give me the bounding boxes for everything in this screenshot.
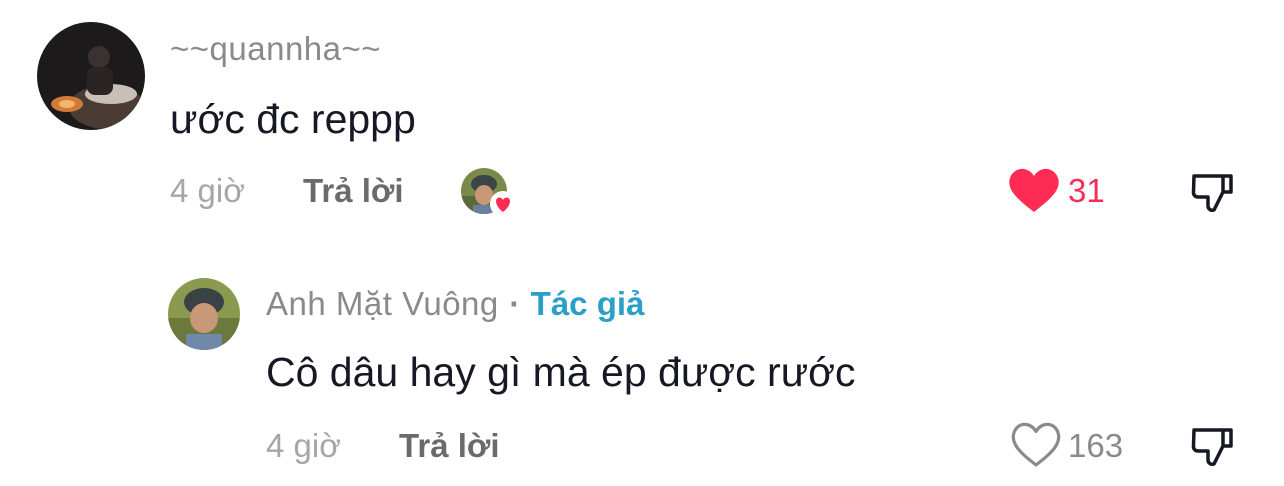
comment-text: ước đc reppp bbox=[170, 96, 416, 142]
reply-text: Cô dâu hay gì mà ép được rước bbox=[266, 349, 856, 395]
separator-dot: · bbox=[509, 285, 521, 322]
dislike-icon bbox=[1191, 428, 1233, 466]
reply-button[interactable]: Trả lời bbox=[303, 172, 404, 210]
like-button[interactable] bbox=[1008, 168, 1060, 216]
dislike-button[interactable] bbox=[1190, 170, 1236, 216]
reply-avatar[interactable] bbox=[168, 278, 240, 350]
heart-filled-icon bbox=[1009, 168, 1059, 212]
reply-like-count: 163 bbox=[1068, 427, 1124, 464]
comment-username[interactable]: ~~quannha~~ bbox=[170, 30, 381, 68]
reply-dislike-button[interactable] bbox=[1190, 424, 1236, 470]
reply-time: 4 giờ bbox=[266, 427, 341, 464]
avatar-image bbox=[37, 22, 145, 130]
avatar[interactable] bbox=[37, 22, 145, 130]
creator-liked-badge bbox=[461, 168, 517, 218]
comment-time: 4 giờ bbox=[170, 172, 245, 209]
heart-badge-icon bbox=[490, 191, 516, 217]
reply-reply-button[interactable]: Trả lời bbox=[399, 427, 500, 465]
dislike-icon bbox=[1191, 174, 1233, 212]
author-badge: Tác giả bbox=[530, 285, 645, 322]
like-count: 31 bbox=[1068, 172, 1105, 209]
reply-header: Anh Mặt Vuông · Tác giả bbox=[266, 285, 644, 323]
reply-username[interactable]: Anh Mặt Vuông bbox=[266, 285, 499, 322]
reply-avatar-image bbox=[168, 278, 240, 350]
reply-like-button[interactable] bbox=[1010, 422, 1062, 470]
heart-outline-icon bbox=[1011, 422, 1061, 467]
